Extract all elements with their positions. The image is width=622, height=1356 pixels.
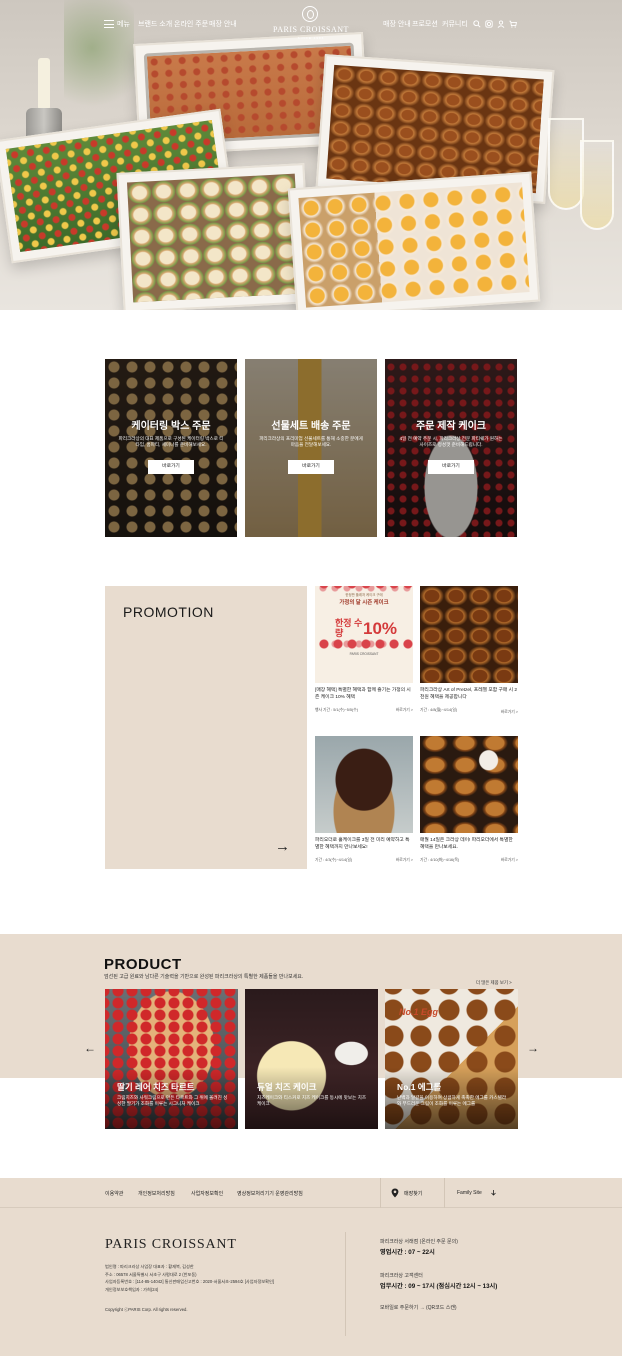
promotion-card-title: 매월 14일은 크라상 데이! 파리오더에서 특별한 혜택을 만나보세요. (420, 838, 513, 850)
family-site-select[interactable]: Family Site (457, 1190, 482, 1196)
nav-link-brand[interactable]: 브랜드 소개 (138, 19, 172, 29)
footer-link-terms[interactable]: 이용약관 (105, 1190, 123, 1197)
company-info-line: 주소 : 06578 서울특별시 서초구 사평대로 2 (반포동) (105, 1271, 197, 1277)
service-link-button[interactable]: 바로가기 (288, 460, 334, 474)
promotion-card-date: 기간 : 4/10(화)~4/16(목) (420, 858, 460, 862)
promotion-card-date: 기간 : 4/3(수)~4/14(일) (315, 858, 353, 862)
poster-top-text: 한정판 플레저 케이크 구매 (345, 593, 383, 597)
footer-logo: PARIS CROISSANT (105, 1237, 237, 1252)
product-name: 듀얼 치즈 케이크 (257, 1082, 317, 1092)
copyright: Copyright ⓒPARIS Corp. All rights reserv… (105, 1307, 188, 1312)
footer-link-cctv-policy[interactable]: 영상정보처리기기 운영관리방침 (237, 1190, 303, 1197)
product-description: 크림치즈와 사워크림으로 만든 타르트와 그 위에 올려진 싱싱한 딸기가 조화… (117, 1095, 228, 1106)
promotion-card-link[interactable]: 바로가기 > (501, 858, 518, 863)
promotion-card-title: [매장 혜택] 특별한 혜택과 함께 즐기는 가정의 시즌 케이크 10% 혜택 (315, 688, 411, 700)
footer-links-bar: 이용약관 개인정보처리방침 사업자정보확인 영상정보처리기기 운영관리방침 매장… (0, 1178, 622, 1208)
product-card[interactable]: 딸기 레어 치즈 타르트 크림치즈와 사워크림으로 만든 타르트와 그 위에 올… (105, 989, 238, 1129)
arrow-left-icon[interactable]: ← (84, 1041, 96, 1055)
champagne-glass-left (548, 118, 584, 210)
product-name: No.1 에그롤 (397, 1082, 442, 1092)
poster-brand: PARIS CROISSANT (349, 652, 379, 656)
product-more-link[interactable]: 더 많은 제품 보기 > (476, 980, 512, 986)
service-description: 파리크라상의 대표 제품으로 구성된 케이터링 박스로 티타임, 홈파티, 세미… (118, 436, 224, 447)
user-icon[interactable] (497, 20, 505, 28)
customer-center-hours: 업무시간 : 09 ~ 17시 (점심시간 12시 ~ 13시) (380, 1283, 498, 1290)
service-link-button[interactable]: 바로가기 (148, 460, 194, 474)
product-description: 치즈케이크와 티스커로 치즈 케이크를 동시에 맛보는 치즈케이크 (257, 1095, 367, 1106)
top-navigation: 메뉴 브랜드 소개 온라인 주문 매장 안내 PARIS CROISSANT S… (0, 0, 622, 50)
service-link-button[interactable]: 바로가기 (428, 460, 474, 474)
company-info-line: 법인명 : 파리크라상 사업장 대표자 : 황재복, 김성한 (105, 1264, 194, 1269)
menu-icon[interactable] (104, 20, 114, 28)
store-finder-link[interactable]: 매장찾기 (404, 1190, 422, 1197)
promotion-card-title: 파리크라상 Art of Pretzel, 프레첼 포함 구매 시 2천원 혜택… (420, 688, 518, 700)
logo-mark-icon[interactable] (302, 6, 318, 22)
nav-link-promotion[interactable]: 프로모션 (412, 19, 438, 29)
product-title: PRODUCT (104, 956, 182, 973)
logo-subtitle: SINCE 1986 (297, 36, 325, 40)
chevron-down-icon[interactable] (491, 1190, 496, 1196)
product-card[interactable]: No.1 Egg No.1 에그롤 난백과 달걀을 이용하여 상큼하게 촉촉한 … (385, 989, 518, 1129)
footer-divider (444, 1178, 445, 1208)
service-card-gift-set[interactable]: 선물세트 배송 주문 파리크라상의 프리미엄 선물세트를 통해 소중한 분에게 … (245, 359, 377, 537)
mobile-order-link[interactable]: 모바일로 주문하기 → (QR코드 스캔) (380, 1304, 457, 1311)
service-title: 선물세트 배송 주문 (271, 421, 351, 432)
search-icon[interactable] (473, 20, 481, 28)
store-contact-label: 파리크라상 서래점 (온라인 주문 문의) (380, 1239, 458, 1245)
company-info: 법인명 : 파리크라상 사업장 대표자 : 황재복, 김성한 주소 : 0657… (105, 1263, 274, 1293)
champagne-glass-right (580, 140, 614, 230)
promotion-poster: 한정판 플레저 케이크 구매 가정의 달 시즌 케이크 한정 수량 10% PA… (315, 586, 413, 683)
promotion-card-title: 파리오더로 홀케이크를 3일 전 미리 예약하고 특별한 혜택까지 만나보세요! (315, 838, 410, 850)
promotion-card-date: 행사 기간 : 5/1(수)~5/5(수) (315, 708, 359, 712)
nav-link-menu[interactable]: 메뉴 (117, 19, 130, 29)
arrow-right-icon[interactable]: → (527, 1041, 539, 1055)
poster-headline: 가정의 달 시즌 케이크 (339, 600, 389, 606)
promotion-image-pretzel (420, 586, 518, 683)
tray-sandwiches (116, 163, 312, 310)
promotion-title: PROMOTION (123, 604, 214, 620)
nav-link-store-info[interactable]: 매장 안내 (383, 19, 411, 29)
service-description: 4일 전 예약 주문 시, 파리크라상 전문 파티쉐가 원하는 사이즈로 정성껏… (399, 436, 503, 447)
service-description: 파리크라상의 프리미엄 선물세트를 통해 소중한 분에게 마음을 전달해보세요. (259, 436, 363, 447)
footer-link-business-info[interactable]: 사업자정보확인 (191, 1190, 223, 1197)
customer-center-label: 파리크라상 고객센터 (380, 1273, 423, 1279)
arrow-right-icon[interactable]: → (275, 838, 290, 855)
product-subtitle: 엄선된 고급 원료와 남다른 기술력을 기반으로 완성된 파리크라상의 특별한 … (104, 974, 304, 980)
footer: PARIS CROISSANT 법인명 : 파리크라상 사업장 대표자 : 황재… (0, 1208, 622, 1356)
location-pin-icon (391, 1188, 399, 1198)
footer-link-privacy[interactable]: 개인정보처리방침 (138, 1190, 175, 1197)
promotion-image-cake (315, 736, 413, 833)
instagram-icon[interactable] (485, 20, 493, 28)
company-info-line: 사업자등록번호 : [114-85-14042] 통신판매업신고번호 : 202… (105, 1279, 275, 1285)
product-card[interactable]: 듀얼 치즈 케이크 치즈케이크와 티스커로 치즈 케이크를 동시에 맛보는 치즈… (245, 989, 378, 1129)
product-name: 딸기 레어 치즈 타르트 (117, 1082, 195, 1092)
store-hours: 영업시간 : 07 ~ 22시 (380, 1249, 435, 1256)
service-card-catering[interactable]: 케이터링 박스 주문 파리크라상의 대표 제품으로 구성된 케이터링 박스로 티… (105, 359, 237, 537)
service-title: 케이터링 박스 주문 (131, 421, 211, 432)
promotion-panel: PROMOTION → (105, 586, 307, 869)
logo-text[interactable]: PARIS CROISSANT (270, 25, 352, 34)
tray-desserts (287, 171, 541, 310)
service-card-custom-cake[interactable]: 주문 제작 케이크 4일 전 예약 주문 시, 파리크라상 전문 파티쉐가 원하… (385, 359, 517, 537)
promotion-card-link[interactable]: 바로가기 > (396, 858, 413, 863)
service-title: 주문 제작 케이크 (416, 421, 486, 432)
promotion-image-croissant (420, 736, 518, 833)
cart-icon[interactable] (509, 20, 517, 28)
footer-vertical-divider (345, 1232, 346, 1336)
footer-divider (380, 1178, 381, 1208)
promotion-card-link[interactable]: 바로가기 > (396, 708, 413, 713)
poster-limited-text: 한정 수량 (335, 618, 363, 638)
poster-discount: 10% (363, 619, 398, 638)
product-box-label: No.1 Egg (399, 1007, 439, 1017)
promotion-card-link[interactable]: 바로가기 > (501, 710, 518, 715)
product-description: 난백과 달걀을 이용하여 상큼하게 촉촉한 에그롤 카스텔라와 부드러운 크림이… (397, 1095, 507, 1106)
nav-link-store[interactable]: 매장 안내 (209, 19, 237, 29)
company-info-line: 개인정보보호책임자 : 가희(24) (105, 1286, 159, 1292)
nav-link-community[interactable]: 커뮤니티 (442, 19, 468, 29)
candle (38, 58, 50, 110)
promotion-card-date: 기간 : 4/8(월)~4/14(일) (420, 708, 458, 712)
hero-banner: 메뉴 브랜드 소개 온라인 주문 매장 안내 PARIS CROISSANT S… (0, 0, 622, 310)
nav-link-online-order[interactable]: 온라인 주문 (174, 19, 208, 29)
page: 메뉴 브랜드 소개 온라인 주문 매장 안내 PARIS CROISSANT S… (0, 0, 622, 1356)
